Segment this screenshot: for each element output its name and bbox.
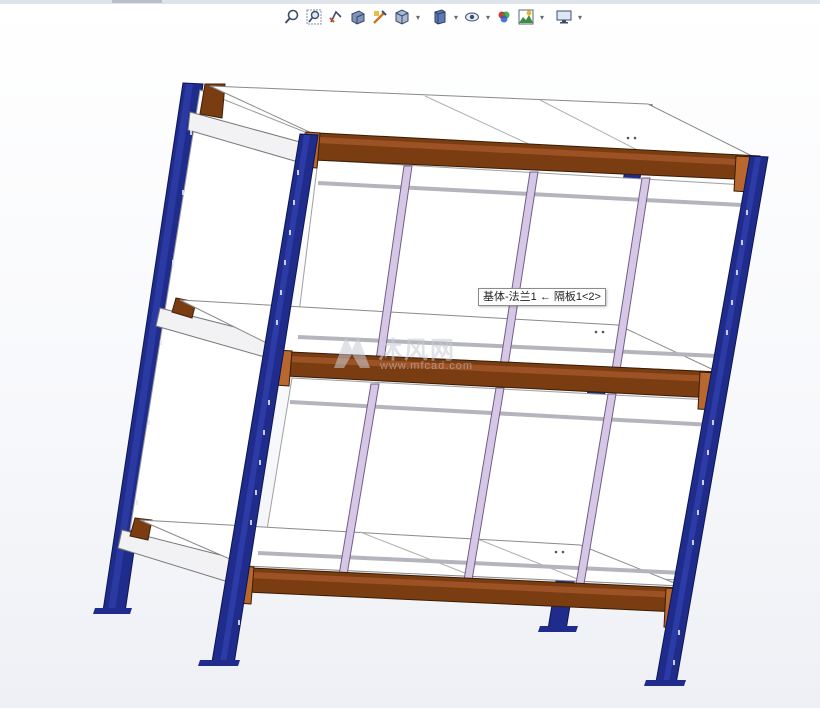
back-feet	[93, 608, 578, 632]
selection-tooltip: 基体-法兰1 ← 隔板1<2>	[478, 288, 606, 306]
graphics-viewport[interactable]: ▾ ▾ ▾ ▾ ▾ 沐风网 www.mfcad.com 基体-法兰1 ← 隔板1…	[0, 0, 820, 708]
watermark: 沐风网 www.mfcad.com	[330, 330, 500, 378]
watermark-logo-icon	[334, 336, 370, 368]
watermark-url: www.mfcad.com	[380, 360, 474, 372]
